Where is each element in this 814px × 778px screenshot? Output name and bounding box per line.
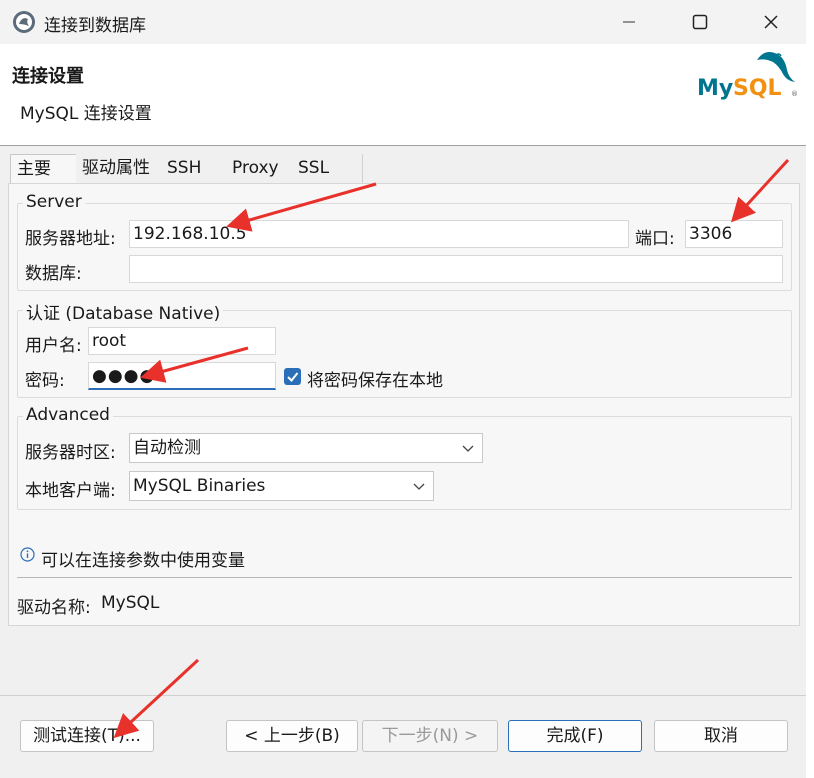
chevron-down-icon <box>462 435 474 470</box>
close-icon <box>764 15 778 29</box>
tab-main[interactable]: 主要 <box>10 154 80 185</box>
save-password-label: 将密码保存在本地 <box>307 371 443 391</box>
tab-ssh[interactable]: SSH <box>161 154 234 183</box>
timezone-label: 服务器时区: <box>25 443 116 463</box>
next-button[interactable]: 下一步(N) > <box>362 720 498 752</box>
info-text: 可以在连接参数中使用变量 <box>41 551 245 571</box>
info-icon <box>20 547 35 567</box>
tab-driver-properties[interactable]: 驱动属性 <box>76 154 173 183</box>
mysql-logo: My SQL ® <box>695 48 800 108</box>
database-input[interactable] <box>129 255 783 283</box>
svg-text:®: ® <box>791 90 798 98</box>
page-title: 连接设置 <box>12 66 84 87</box>
page-subtitle: MySQL 连接设置 <box>20 104 152 124</box>
maximize-icon <box>692 14 708 30</box>
cancel-button[interactable]: 取消 <box>654 720 788 752</box>
driver-label: 驱动名称: <box>17 598 91 618</box>
back-button[interactable]: < 上一步(B) <box>226 720 358 752</box>
server-legend: Server <box>23 192 85 212</box>
save-password-checkbox[interactable] <box>284 368 301 385</box>
minimize-button[interactable] <box>606 0 652 44</box>
host-label: 服务器地址: <box>25 229 116 249</box>
username-label: 用户名: <box>25 336 82 356</box>
timezone-select[interactable]: 自动检测 <box>129 433 483 463</box>
close-button[interactable] <box>748 0 794 44</box>
svg-text:My: My <box>697 76 733 101</box>
svg-text:SQL: SQL <box>733 76 782 101</box>
test-connection-button[interactable]: 测试连接(T)... <box>20 720 154 752</box>
footer-separator <box>0 695 806 696</box>
finish-button[interactable]: 完成(F) <box>508 720 642 752</box>
password-input[interactable]: ●●●● <box>88 362 276 390</box>
chevron-down-icon <box>413 473 425 508</box>
port-input[interactable]: 3306 <box>685 220 783 248</box>
window-title: 连接到数据库 <box>44 16 146 36</box>
checkmark-icon <box>287 372 299 382</box>
auth-legend: 认证 (Database Native) <box>23 299 224 324</box>
app-icon <box>12 10 36 34</box>
local-client-select[interactable]: MySQL Binaries <box>129 471 434 501</box>
local-client-label: 本地客户端: <box>25 481 116 501</box>
advanced-legend: Advanced <box>23 405 113 425</box>
password-label: 密码: <box>25 371 65 391</box>
local-client-value: MySQL Binaries <box>133 476 266 496</box>
driver-value: MySQL <box>101 593 160 613</box>
timezone-value: 自动检测 <box>133 438 201 458</box>
window-edge <box>806 0 814 778</box>
database-label: 数据库: <box>25 264 82 284</box>
maximize-button[interactable] <box>677 0 723 44</box>
dialog-header <box>0 44 806 145</box>
host-input[interactable]: 192.168.10.5 <box>129 220 629 248</box>
info-separator <box>17 577 792 578</box>
port-label: 端口: <box>635 229 675 249</box>
minimize-icon <box>623 21 635 23</box>
tab-ssl[interactable]: SSL <box>292 154 363 183</box>
header-separator <box>0 145 806 146</box>
username-input[interactable]: root <box>88 327 276 355</box>
